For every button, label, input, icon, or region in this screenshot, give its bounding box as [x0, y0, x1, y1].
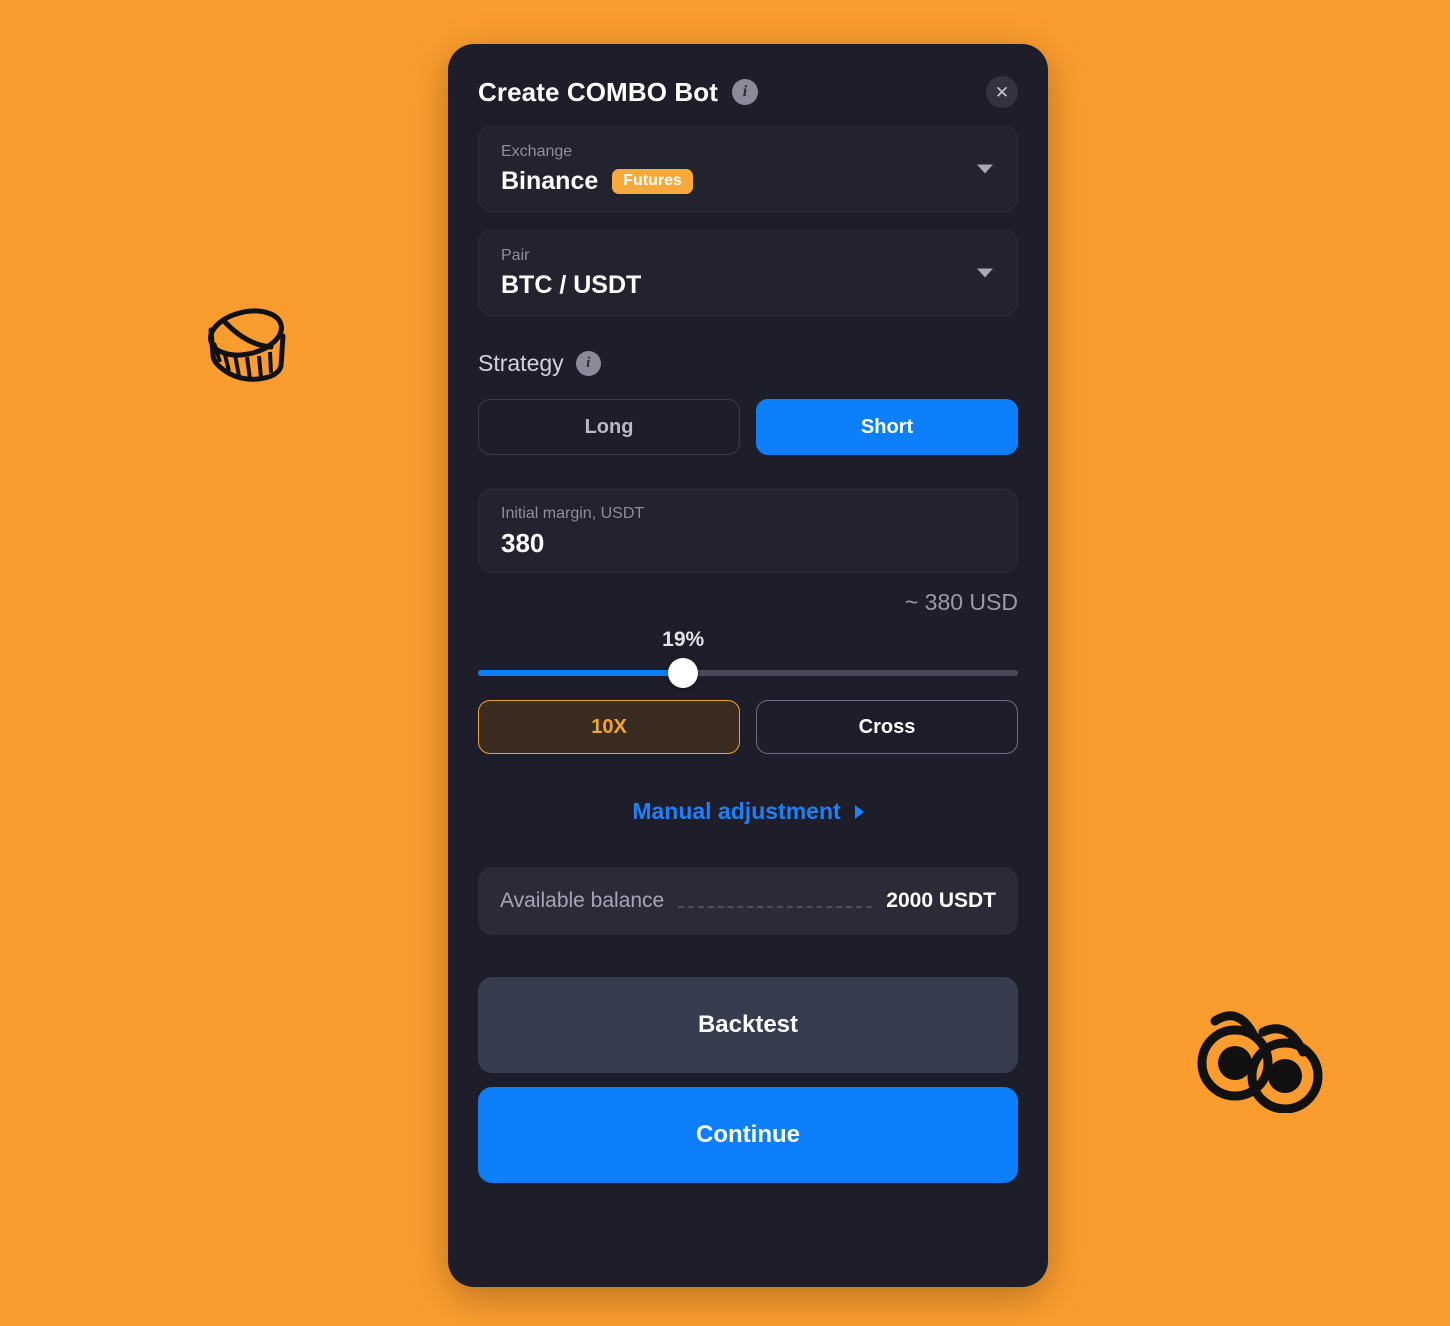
- pair-value: BTC / USDT: [501, 271, 642, 299]
- close-icon[interactable]: ✕: [986, 76, 1018, 108]
- available-balance-label: Available balance: [500, 889, 665, 912]
- exchange-value-row: Binance Futures: [501, 167, 995, 196]
- initial-margin-label: Initial margin, USDT: [501, 505, 645, 522]
- exchange-select[interactable]: Exchange Binance Futures: [478, 126, 1018, 212]
- manual-adjustment-link[interactable]: Manual adjustment: [478, 798, 1018, 825]
- slider-thumb[interactable]: [668, 658, 699, 688]
- initial-margin-input[interactable]: 380: [501, 528, 995, 559]
- arrow-right-icon: [854, 804, 864, 819]
- initial-margin-field[interactable]: Initial margin, USDT 380: [478, 489, 1018, 573]
- title-info-icon[interactable]: i: [731, 79, 758, 105]
- strategy-toggle-group: Long Short: [478, 399, 1018, 455]
- page-title: Create COMBO Bot: [478, 76, 718, 107]
- pair-label: Pair: [501, 247, 530, 264]
- strategy-label: Strategy: [478, 350, 564, 376]
- create-bot-modal: Create COMBO Bot i ✕ Exchange Binance Fu…: [448, 44, 1048, 1287]
- slider-fill: [478, 670, 684, 676]
- slider-percent-label: 19%: [662, 628, 705, 651]
- continue-button[interactable]: Continue: [478, 1087, 1018, 1183]
- futures-badge: Futures: [612, 169, 693, 194]
- strategy-option-short[interactable]: Short: [756, 399, 1018, 455]
- chevron-down-icon[interactable]: [977, 268, 993, 278]
- leader-dots: [678, 906, 873, 908]
- exchange-label: Exchange: [501, 143, 573, 160]
- eyes-doodle: [1193, 1008, 1328, 1118]
- strategy-header: Strategy i: [478, 350, 1018, 377]
- slider-track[interactable]: [478, 658, 1018, 688]
- exchange-value: Binance: [501, 167, 599, 195]
- available-balance-row: Available balance 2000 USDT: [478, 867, 1018, 935]
- pair-select[interactable]: Pair BTC / USDT: [478, 230, 1018, 316]
- chevron-down-icon[interactable]: [977, 164, 993, 174]
- manual-adjustment-label: Manual adjustment: [632, 798, 841, 824]
- strategy-info-icon[interactable]: i: [575, 351, 601, 376]
- available-balance-value: 2000 USDT: [886, 889, 996, 912]
- leverage-button[interactable]: 10X: [478, 700, 740, 754]
- strategy-option-long[interactable]: Long: [478, 399, 740, 455]
- coin-doodle: [200, 303, 295, 398]
- backtest-button[interactable]: Backtest: [478, 977, 1018, 1073]
- margin-mode-button[interactable]: Cross: [756, 700, 1018, 754]
- leverage-row: 10X Cross: [478, 700, 1018, 754]
- approx-usd-value: ~ 380 USD: [904, 589, 1018, 615]
- modal-header: Create COMBO Bot i ✕: [478, 44, 1018, 126]
- margin-percent-slider[interactable]: 19%: [478, 628, 1018, 688]
